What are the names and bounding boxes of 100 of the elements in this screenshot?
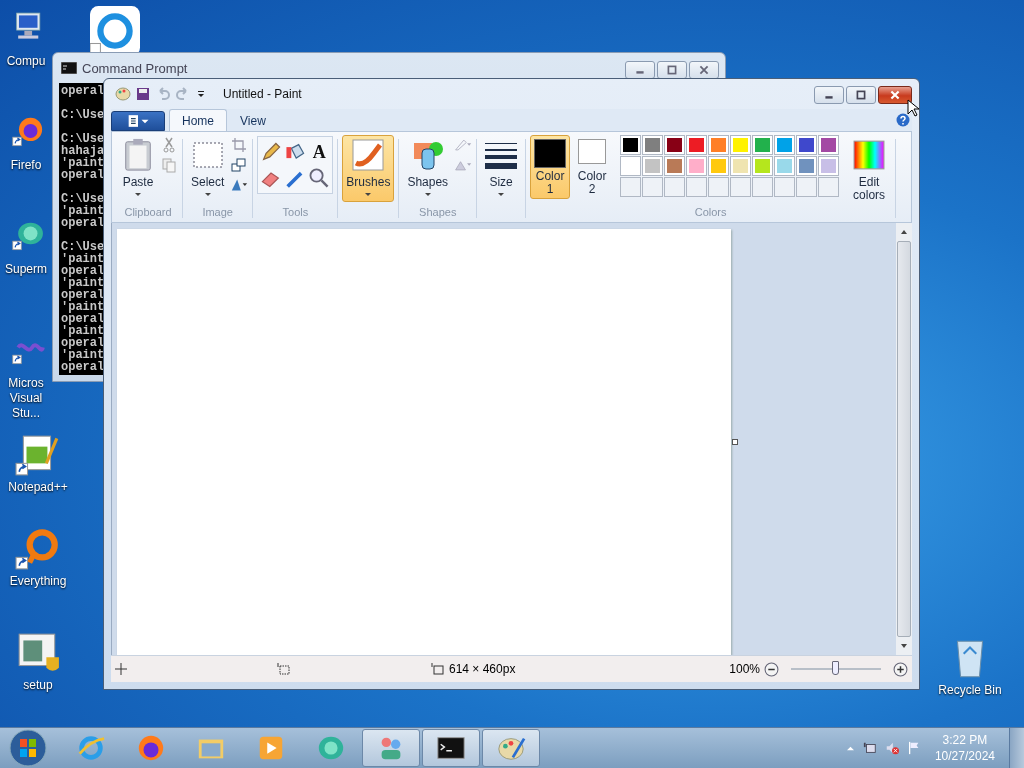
palette-swatch[interactable]	[664, 156, 686, 176]
group-label: Colors	[694, 206, 727, 220]
scroll-down-icon[interactable]	[900, 643, 908, 649]
paste-button[interactable]: Paste	[118, 135, 158, 202]
palette-swatch[interactable]	[620, 156, 642, 176]
magnifier-ring-icon[interactable]	[15, 526, 61, 572]
ribbon-tab[interactable]: Home	[169, 109, 227, 131]
palette-swatch[interactable]	[686, 135, 708, 155]
minimize-button[interactable]	[625, 61, 655, 79]
console-line: 'paint	[61, 253, 105, 265]
palette-swatch[interactable]	[796, 156, 818, 176]
palette-swatch[interactable]	[796, 135, 818, 155]
minimize-button[interactable]	[814, 86, 844, 104]
group-label: Tools	[282, 206, 309, 220]
muted-speaker-icon[interactable]	[884, 741, 899, 755]
color-slot-button[interactable]: Color 1	[530, 135, 571, 199]
copy-icon[interactable]	[160, 157, 178, 173]
palette-swatch[interactable]	[752, 156, 774, 176]
mouse-cursor-icon	[907, 99, 919, 117]
console-line: operal	[61, 289, 105, 301]
palette-swatch[interactable]	[730, 156, 752, 176]
color-slot-button[interactable]: Color 2	[572, 135, 613, 199]
scissors-icon[interactable]	[160, 137, 178, 153]
crop-icon[interactable]	[230, 137, 249, 153]
close-button[interactable]	[878, 86, 912, 104]
console-line: C:\Use	[61, 109, 105, 121]
resize-handle[interactable]	[732, 439, 738, 445]
console-line: operal	[61, 217, 105, 229]
color-spectrum-icon	[853, 138, 886, 172]
ribbon-tab[interactable]: View	[227, 109, 279, 131]
palette-swatch[interactable]	[730, 135, 752, 155]
shapes-button[interactable]: Shapes	[403, 135, 453, 202]
taskbar-button[interactable]	[422, 729, 480, 767]
console-line: C:\Use	[61, 241, 105, 253]
palette-swatch[interactable]	[774, 135, 796, 155]
show-hidden-icons-icon[interactable]	[845, 744, 855, 752]
pencil-icon[interactable]	[260, 141, 283, 163]
text-tool[interactable]: A	[308, 141, 331, 163]
resize-icon[interactable]	[230, 157, 249, 173]
magnifier-icon[interactable]	[308, 167, 331, 189]
image-size-icon	[431, 663, 445, 675]
desktop-icon-label[interactable]: Everything	[2, 574, 74, 589]
console-line: operal	[61, 313, 105, 325]
save-icon[interactable]	[135, 86, 151, 102]
flag-icon[interactable]	[906, 741, 921, 755]
console-line: 'paint	[61, 349, 105, 361]
desktop-icon-label[interactable]: Superm	[2, 262, 50, 277]
file-menu-button[interactable]	[111, 111, 165, 131]
zoom-slider-thumb[interactable]	[832, 661, 839, 675]
select-button[interactable]: Select	[187, 135, 229, 202]
maximize-button[interactable]	[657, 61, 687, 79]
console-line: C:\Use	[61, 193, 105, 205]
close-button[interactable]	[689, 61, 719, 79]
zoom-out-icon[interactable]	[764, 661, 779, 677]
close-icon	[698, 65, 710, 75]
show-desktop-button[interactable]	[1009, 728, 1024, 768]
palette-swatch[interactable]	[818, 156, 840, 176]
console-line: hahaja	[61, 145, 105, 157]
console-line: operal	[61, 265, 105, 277]
palette-swatch[interactable]	[664, 135, 686, 155]
console-line: operal	[61, 337, 105, 349]
help-icon[interactable]	[896, 113, 910, 127]
group-label: Image	[202, 206, 233, 220]
image-size-text: 614 × 460px	[449, 662, 516, 676]
palette-swatch[interactable]	[708, 135, 730, 155]
customize-dropdown-icon[interactable]	[197, 90, 205, 98]
palette-swatch[interactable]	[642, 156, 664, 176]
zoom-in-icon[interactable]	[893, 661, 908, 677]
desktop-icon-label[interactable]: Compu	[2, 54, 50, 69]
console-line: 'paint	[61, 157, 105, 169]
palette-swatch[interactable]	[642, 135, 664, 155]
palette-swatch[interactable]	[620, 135, 642, 155]
maximize-icon	[855, 90, 867, 100]
desktop-icon-label[interactable]: Firefo	[2, 158, 50, 173]
start-button[interactable]	[8, 728, 48, 768]
brushes-button[interactable]: Brushes	[342, 135, 395, 202]
desktop-icon-label[interactable]: Notepad++	[2, 480, 74, 495]
zoom-level-text: 100%	[729, 662, 760, 676]
size-button[interactable]: Size	[481, 135, 522, 202]
console-line: operal	[61, 361, 105, 373]
palette-swatch[interactable]	[774, 156, 796, 176]
vertical-scrollbar[interactable]	[896, 223, 912, 655]
console-line: 'paint	[61, 325, 105, 337]
edit-colors-button[interactable]: Edit colors	[847, 135, 892, 205]
group-label: Shapes	[419, 206, 457, 220]
brush-icon	[352, 138, 385, 172]
console-icon	[61, 62, 77, 74]
desktop-icon-label[interactable]: setup	[2, 678, 74, 693]
palette-swatch[interactable]	[686, 156, 708, 176]
palette-swatch[interactable]	[708, 156, 730, 176]
palette-swatch[interactable]	[752, 135, 774, 155]
network-icon[interactable]	[862, 741, 877, 755]
desktop-icon-label[interactable]: Micros Visual Stu...	[2, 376, 50, 421]
close-icon	[889, 90, 901, 100]
maximize-button[interactable]	[846, 86, 876, 104]
scroll-up-icon[interactable]	[900, 229, 908, 235]
desktop-icon-label[interactable]: Recycle Bin	[930, 683, 1010, 698]
palette-swatch[interactable]	[818, 135, 840, 155]
console-line: 'paint	[61, 205, 105, 217]
console-line: operal	[61, 169, 105, 181]
